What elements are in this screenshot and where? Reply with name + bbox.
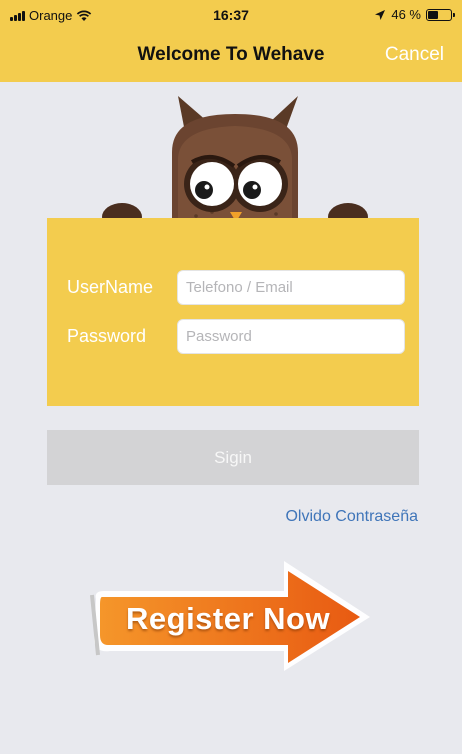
- username-row: UserName: [67, 270, 405, 305]
- password-label: Password: [67, 326, 147, 346]
- status-right: 46 %: [374, 7, 455, 22]
- signin-button[interactable]: Sigin: [47, 430, 419, 485]
- forgot-password-link[interactable]: Olvido Contraseña: [285, 508, 418, 526]
- login-card: UserName Password: [47, 218, 419, 406]
- status-bar: Orange 16:37 46 %: [0, 0, 462, 28]
- password-input[interactable]: [177, 319, 405, 354]
- password-row: Password: [67, 319, 405, 354]
- battery-percent: 46 %: [391, 7, 421, 22]
- username-label: UserName: [67, 277, 154, 297]
- register-now-button[interactable]: Register Now: [88, 555, 378, 675]
- battery-fill: [428, 10, 438, 19]
- location-arrow-icon: [375, 9, 386, 20]
- register-now-label: Register Now: [126, 601, 331, 636]
- battery-icon: [426, 8, 455, 21]
- header-bar: Orange 16:37 46 % Welcome To Wehave Canc…: [0, 0, 462, 82]
- cancel-button[interactable]: Cancel: [385, 44, 444, 66]
- owl-mascot-image: [102, 96, 368, 232]
- username-input[interactable]: [177, 270, 405, 305]
